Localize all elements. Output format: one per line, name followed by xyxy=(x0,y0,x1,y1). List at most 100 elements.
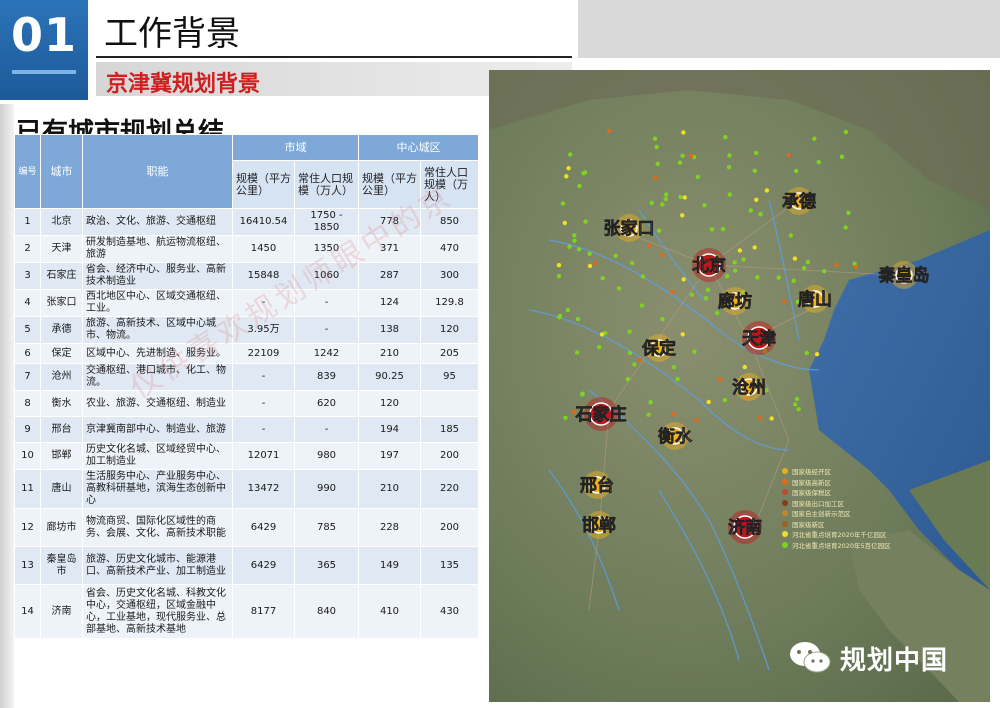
cell-no: 13 xyxy=(14,546,41,585)
cell-area: 1450 xyxy=(232,235,295,263)
park-dot xyxy=(639,303,645,308)
header-population: 常住人口规模（万人） xyxy=(294,160,359,209)
park-dot xyxy=(671,365,677,370)
cell-function: 研发制造基地、航运物流枢纽、旅游 xyxy=(82,235,233,263)
park-dot xyxy=(695,174,700,180)
park-dot xyxy=(647,243,652,249)
cell-central-area: 210 xyxy=(358,469,421,509)
cell-central-area: 90.25 xyxy=(358,363,421,391)
regional-map: 张家口 承德北京 秦皇岛廊坊 唐山天津 保定沧州石家庄衡水邢台邯郸 济南 xyxy=(489,70,990,702)
park-dot xyxy=(752,245,757,250)
cell-central-population: 95 xyxy=(420,363,479,391)
park-dot xyxy=(758,416,763,421)
park-dot xyxy=(660,252,665,258)
park-dot xyxy=(814,352,820,357)
cell-city: 廊坊市 xyxy=(40,508,83,547)
park-dot xyxy=(794,168,799,174)
city-marker: 张家口 xyxy=(603,214,655,242)
city-label: 北京 xyxy=(692,255,726,276)
cell-population: 365 xyxy=(294,546,359,585)
cell-central-population: 205 xyxy=(420,343,479,364)
city-marker: 保定 xyxy=(641,334,676,362)
park-dot xyxy=(565,307,571,313)
cell-function: 生活服务中心、产业服务中心、高教科研基地，滨海生态创新中心 xyxy=(82,469,233,509)
cell-city: 秦皇岛市 xyxy=(40,546,83,585)
park-dot xyxy=(776,275,781,280)
park-dot xyxy=(737,248,743,253)
cell-city: 石家庄 xyxy=(40,262,83,290)
cell-no: 7 xyxy=(14,363,41,391)
cell-city: 保定 xyxy=(40,343,83,364)
legend-swatch xyxy=(782,520,788,527)
cell-no: 2 xyxy=(14,235,41,263)
park-dot xyxy=(764,188,770,193)
wechat-logo-icon xyxy=(790,642,831,673)
cell-central-population: 200 xyxy=(420,442,479,470)
header-function: 职能 xyxy=(82,134,233,209)
park-dot xyxy=(748,208,753,213)
table-row: 14 济南 省会、历史文化名城、科教文化中心，交通枢纽，区域金融中心，工业基地，现代… xyxy=(14,584,479,639)
cell-function: 物流商贸、国际化区域性的商务、会展、文化、高新技术职能 xyxy=(82,508,233,547)
cell-city: 北京 xyxy=(40,208,83,236)
park-dot xyxy=(613,253,618,258)
park-dot xyxy=(646,412,651,417)
park-dot xyxy=(742,364,747,370)
park-dot xyxy=(754,150,759,156)
title-divider xyxy=(96,56,572,58)
park-dot xyxy=(782,298,787,304)
city-marker: 秦皇岛 xyxy=(878,261,930,289)
park-dot xyxy=(660,316,665,322)
city-label: 唐山 xyxy=(798,289,832,310)
cell-population: - xyxy=(294,316,359,344)
legend-item: 国家级高新区 xyxy=(782,477,942,488)
table-row: 7 沧州 交通枢纽、港口城市、化工、物流。 -839 90.25 95 xyxy=(14,363,479,391)
cell-central-population: 470 xyxy=(420,235,479,263)
city-marker: 济南 xyxy=(728,510,762,544)
cell-central-area: 194 xyxy=(358,416,421,443)
park-dot xyxy=(801,265,807,271)
park-dot xyxy=(709,227,715,232)
legend-item: 河北省重点培育2020年千亿园区 xyxy=(782,529,942,540)
park-dot xyxy=(562,220,567,226)
park-dot xyxy=(812,136,817,141)
legend-item: 国家自主创新示范区 xyxy=(782,508,942,519)
cell-function: 历史文化名城、区域经贸中心、加工制造业 xyxy=(82,442,233,470)
park-dot xyxy=(681,130,686,135)
city-label: 衡水 xyxy=(658,426,693,447)
city-label: 济南 xyxy=(728,517,762,538)
table-row: 10 邯郸 历史文化名城、区域经贸中心、加工制造业 12071 980 197 200 xyxy=(14,442,479,470)
city-marker: 承德 xyxy=(782,187,816,215)
park-dot xyxy=(727,192,732,197)
park-dot xyxy=(597,345,602,350)
cell-population: 839 xyxy=(294,363,359,391)
park-dot xyxy=(575,350,580,355)
park-dot xyxy=(593,261,598,266)
cell-city: 承德 xyxy=(40,316,83,344)
park-dot xyxy=(656,228,662,233)
park-dot xyxy=(600,276,605,281)
cell-no: 11 xyxy=(14,469,41,509)
park-dot xyxy=(606,128,612,134)
cell-area: 8177 xyxy=(232,584,295,639)
park-dot xyxy=(723,135,728,140)
cell-area: 13472 xyxy=(232,469,295,509)
legend-label: 河北省重点培育2020年5百亿园区 xyxy=(792,541,891,550)
legend-swatch xyxy=(782,468,788,475)
park-dot xyxy=(754,197,759,202)
park-dot xyxy=(654,144,659,150)
park-dot xyxy=(796,407,801,412)
city-label: 秦皇岛 xyxy=(879,265,930,286)
table-row: 9 邢台 京津冀南部中心、制造业、旅游 - -194 185 xyxy=(14,416,479,443)
park-dot xyxy=(769,416,774,421)
cell-population: 1242 xyxy=(294,343,359,364)
cell-area: - xyxy=(232,390,295,417)
cell-city: 唐山 xyxy=(40,469,83,509)
section-number-underline xyxy=(12,70,76,74)
park-dot xyxy=(566,166,571,171)
cell-area: 6429 xyxy=(232,546,295,585)
cell-function: 旅游、历史文化城市、能源港口、高新技术产业、加工制造业 xyxy=(82,546,233,585)
legend-label: 国家自主创新示范区 xyxy=(792,510,851,519)
cell-central-population: 185 xyxy=(420,416,479,443)
park-dot xyxy=(627,329,632,334)
park-dot xyxy=(599,332,605,337)
